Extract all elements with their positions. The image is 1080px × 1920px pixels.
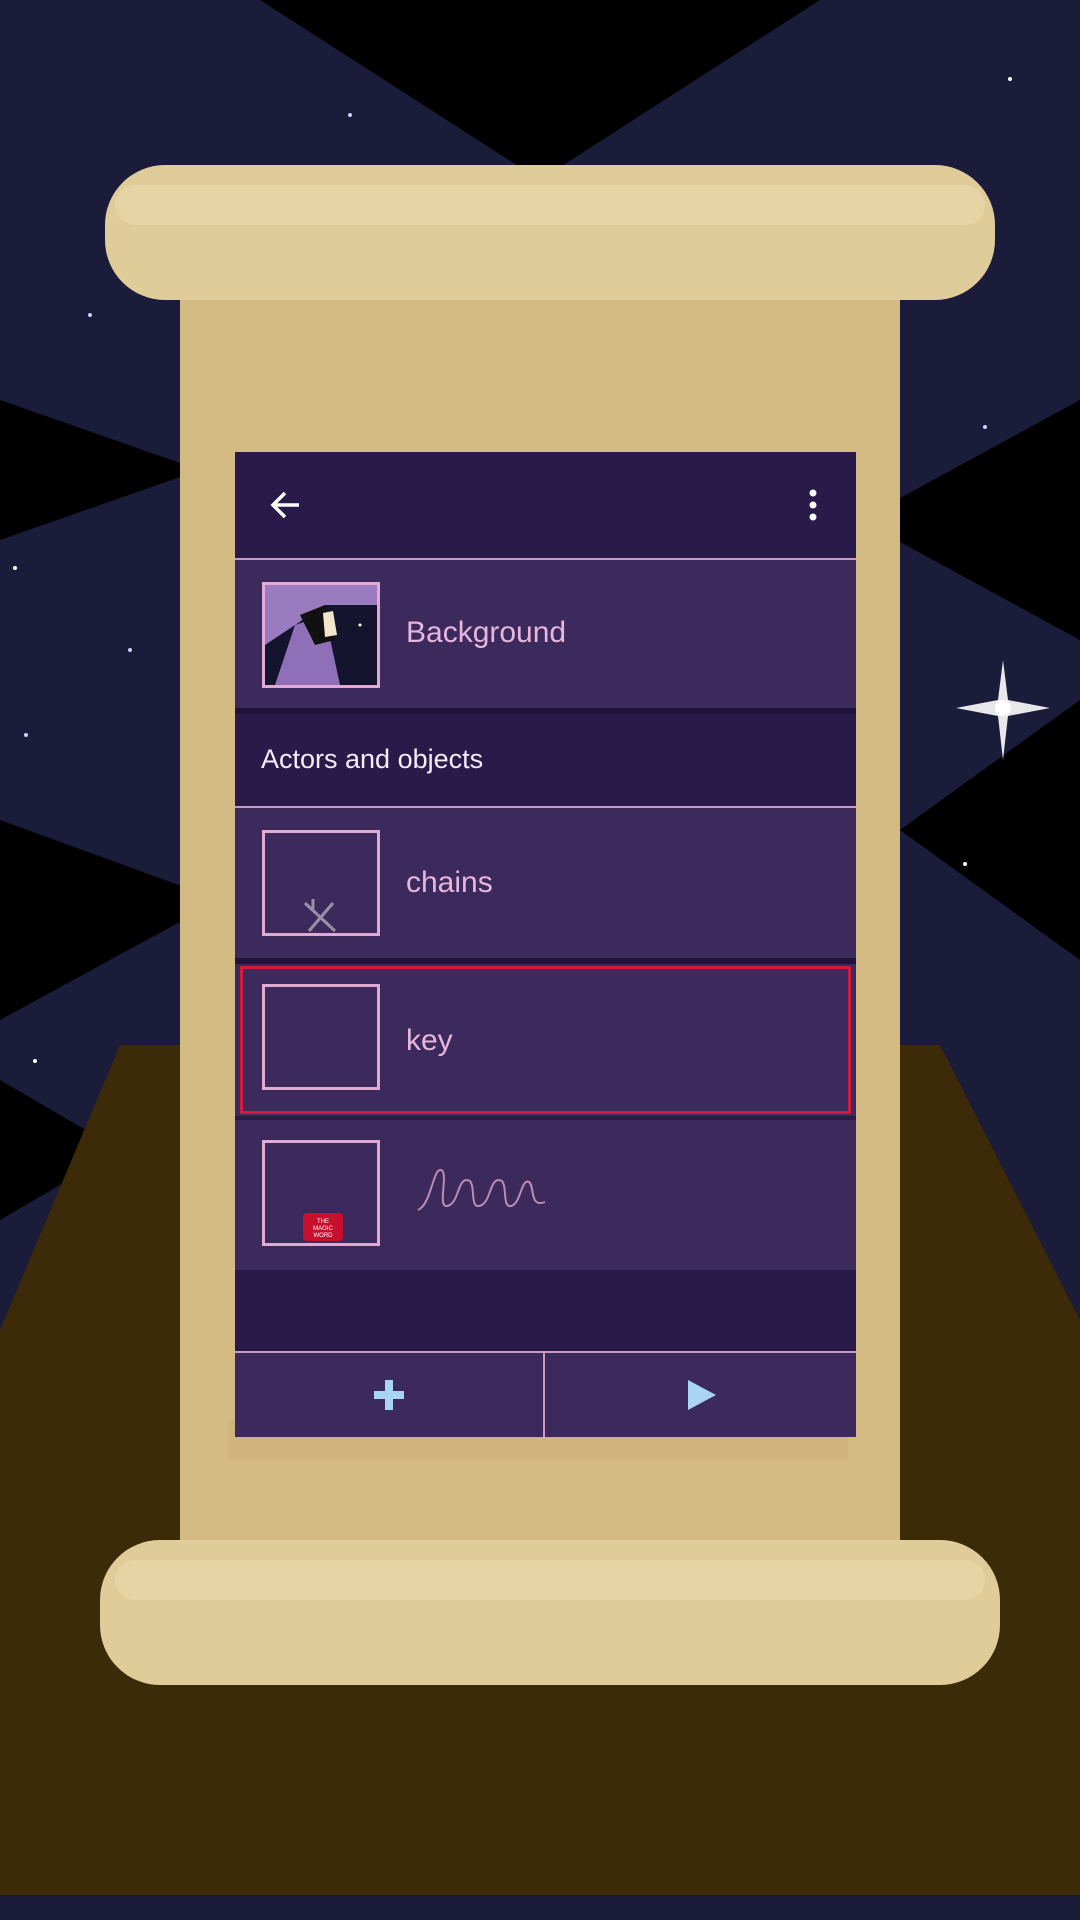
toolbar (235, 452, 856, 560)
back-button[interactable] (263, 482, 309, 528)
background-item[interactable]: Background (235, 560, 856, 714)
arrow-left-icon (270, 491, 299, 519)
item-label: chains (406, 866, 493, 899)
bottom-action-bar (235, 1351, 856, 1437)
list-item[interactable]: chains (235, 808, 856, 964)
item-thumbnail: THE MAGIC WORD (262, 1140, 380, 1246)
overflow-menu-button[interactable] (798, 482, 828, 528)
plus-icon (374, 1380, 404, 1410)
play-button[interactable] (545, 1353, 856, 1437)
background-label: Background (406, 616, 567, 649)
section-title: Actors and objects (261, 744, 484, 774)
svg-text:WORD: WORD (314, 1233, 334, 1239)
item-thumbnail (262, 830, 380, 936)
svg-text:THE: THE (317, 1219, 329, 1225)
list-item[interactable]: THE MAGIC WORD (235, 1120, 856, 1270)
add-button[interactable] (235, 1353, 543, 1437)
svg-text:MAGIC: MAGIC (313, 1226, 333, 1232)
scene-editor-panel: Background Actors and objects chains key (235, 452, 856, 1437)
section-header: Actors and objects (235, 714, 856, 808)
item-label: key (406, 1024, 453, 1057)
magic-word-sign-icon: THE MAGIC WORD (303, 1213, 343, 1241)
list-item[interactable]: key (235, 964, 856, 1116)
item-thumbnail (262, 984, 380, 1090)
play-icon (687, 1380, 716, 1410)
background-thumbnail (262, 582, 380, 688)
handwritten-label-scribble (417, 1169, 546, 1211)
more-vertical-icon (809, 489, 817, 521)
